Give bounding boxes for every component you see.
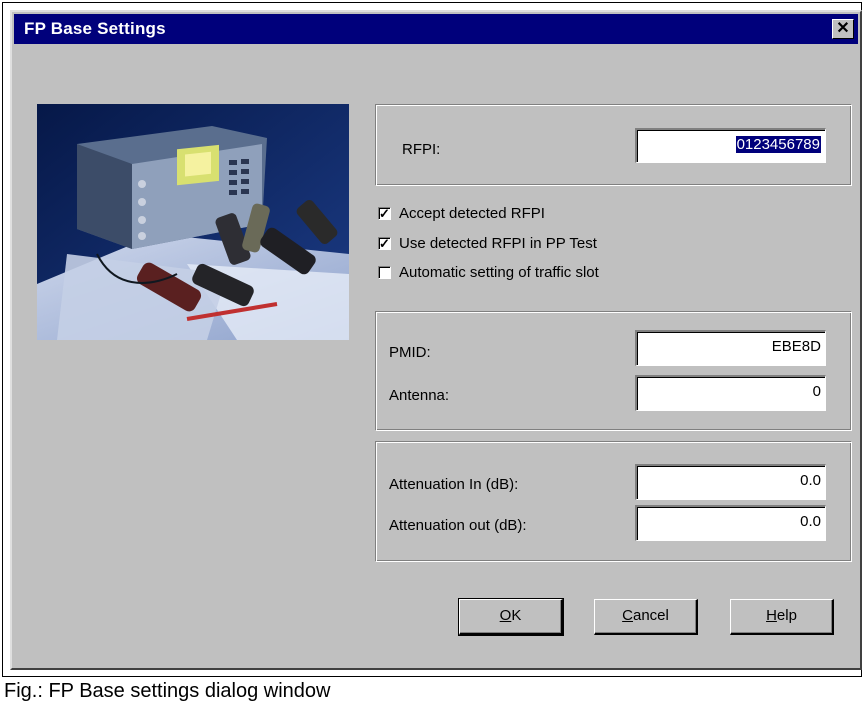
attenuation-out-field[interactable]: 0.0 [635, 505, 826, 541]
cancel-mnemonic: C [622, 607, 633, 624]
rfpi-field[interactable]: 0123456789 [635, 128, 826, 163]
close-button[interactable]: ✕ [832, 19, 854, 39]
help-button[interactable]: Help [730, 599, 834, 635]
help-label-rest: elp [776, 607, 797, 624]
ok-button[interactable]: OK [458, 598, 564, 636]
test-equipment-image [37, 104, 349, 340]
cancel-button[interactable]: Cancel [594, 599, 698, 635]
checkbox-label: Accept detected RFPI [399, 205, 545, 222]
pmid-field[interactable]: EBE8D [635, 330, 826, 366]
checkbox-auto-traffic-slot[interactable] [378, 266, 391, 279]
rfpi-value: 0123456789 [735, 136, 821, 153]
product-photo [37, 104, 349, 340]
checkbox-label: Automatic setting of traffic slot [399, 264, 599, 281]
dialog-title: FP Base Settings [24, 19, 166, 38]
checkbox-use-rfpi[interactable]: ✓ [378, 237, 391, 250]
ok-mnemonic: O [499, 607, 512, 624]
help-mnemonic: H [766, 607, 777, 624]
checkbox-label: Use detected RFPI in PP Test [399, 235, 597, 252]
rfpi-label: RFPI: [402, 141, 441, 158]
antenna-label: Antenna: [389, 387, 450, 404]
pmid-antenna-group [375, 311, 852, 431]
attenuation-in-label: Attenuation In (dB): [389, 476, 519, 493]
close-icon: ✕ [836, 20, 850, 37]
antenna-field[interactable]: 0 [635, 375, 826, 411]
attenuation-in-field[interactable]: 0.0 [635, 464, 826, 500]
attenuation-group [375, 441, 852, 562]
pmid-label: PMID: [389, 344, 431, 361]
checkbox-accept-rfpi[interactable]: ✓ [378, 207, 391, 220]
attenuation-out-label: Attenuation out (dB): [389, 517, 527, 534]
title-bar[interactable]: FP Base Settings ✕ [14, 14, 858, 44]
ok-label-rest: K [511, 607, 522, 624]
cancel-label-rest: ancel [632, 607, 669, 624]
fp-base-settings-dialog: FP Base Settings ✕ RFPI: 0123456789 ✓ Ac… [10, 10, 862, 670]
figure-caption: Fig.: FP Base settings dialog window [4, 680, 331, 702]
